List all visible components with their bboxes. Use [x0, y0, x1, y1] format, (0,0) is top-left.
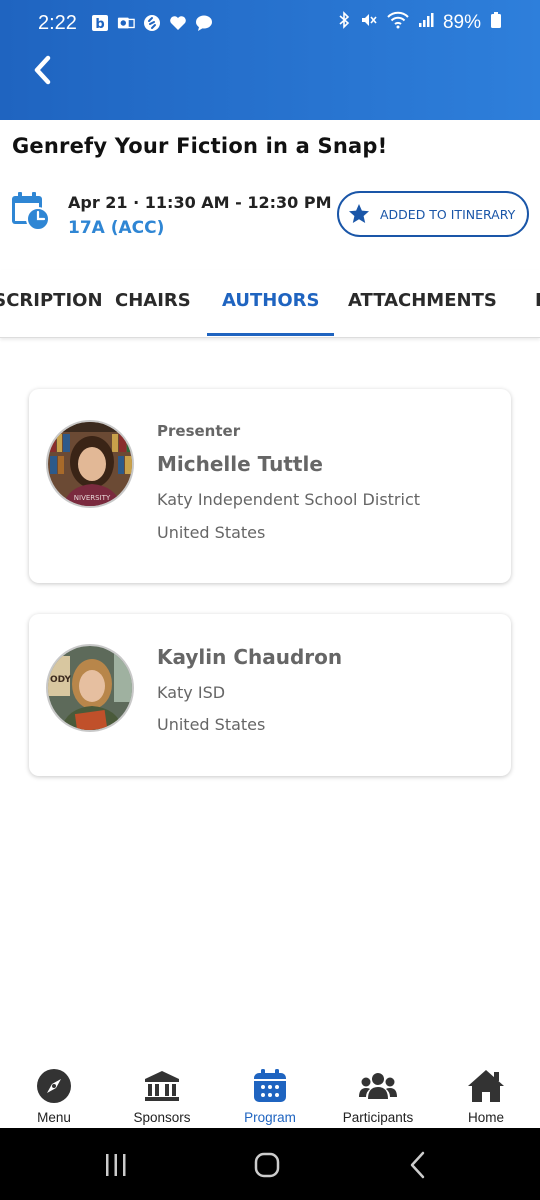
tab-bar: DESCRIPTION CHAIRS AUTHORS ATTACHMENTS I	[0, 270, 540, 338]
system-back-button[interactable]	[398, 1150, 438, 1180]
author-name: Kaylin Chaudron	[157, 645, 343, 669]
recent-apps-icon	[106, 1154, 126, 1176]
signal-icon	[418, 11, 434, 35]
calendar-clock-icon	[10, 191, 50, 231]
system-navigation-bar	[0, 1128, 540, 1200]
avatar: NIVERSITY	[46, 420, 134, 508]
itinerary-label: ADDED TO ITINERARY	[380, 206, 516, 222]
nav-label: Home	[467, 1110, 504, 1125]
bluetooth-icon	[337, 11, 351, 35]
nav-menu[interactable]: Menu	[0, 1060, 108, 1128]
wifi-icon	[387, 11, 409, 35]
app-screen: 2:22 b 89% Genrefy Your Fiction in a Sna…	[0, 0, 540, 1200]
calendar-icon	[250, 1066, 290, 1106]
heart-icon	[169, 14, 187, 32]
recent-apps-button[interactable]	[96, 1150, 136, 1180]
session-time: Apr 21 · 11:30 AM - 12:30 PM	[68, 193, 332, 212]
bank-icon	[142, 1066, 182, 1106]
nav-home[interactable]: Home	[432, 1060, 540, 1128]
nav-sponsors[interactable]: Sponsors	[108, 1060, 216, 1128]
svg-text:NIVERSITY: NIVERSITY	[74, 494, 111, 502]
author-role: Presenter	[157, 422, 241, 440]
nav-participants[interactable]: Participants	[324, 1060, 432, 1128]
home-button[interactable]	[247, 1150, 287, 1180]
home-icon	[466, 1066, 506, 1106]
svg-text:b: b	[95, 17, 104, 32]
people-icon	[358, 1066, 398, 1106]
itinerary-button[interactable]: ADDED TO ITINERARY	[337, 191, 529, 237]
tab-description[interactable]: DESCRIPTION	[0, 290, 103, 311]
compass-icon	[34, 1066, 74, 1106]
tab-next[interactable]: I	[535, 290, 540, 311]
status-bar: 2:22 b 89%	[0, 0, 540, 46]
nav-label: Sponsors	[133, 1110, 191, 1125]
outlook-icon	[117, 14, 135, 32]
b-icon: b	[91, 14, 109, 32]
author-country: United States	[157, 715, 266, 734]
author-name: Michelle Tuttle	[157, 452, 323, 476]
app-header: 2:22 b 89%	[0, 0, 540, 120]
author-organization: Katy ISD	[157, 683, 226, 702]
author-organization: Katy Independent School District	[157, 490, 421, 509]
nav-label: Menu	[37, 1110, 71, 1125]
nav-label: Participants	[342, 1110, 414, 1125]
shazam-icon	[143, 14, 161, 32]
active-tab-indicator	[207, 333, 334, 336]
avatar: ODY	[46, 644, 134, 732]
tab-chairs[interactable]: CHAIRS	[115, 290, 191, 311]
battery-icon	[490, 11, 502, 35]
author-country: United States	[157, 523, 266, 542]
chat-icon	[195, 14, 213, 32]
notification-icons: b	[91, 14, 213, 32]
back-arrow-icon	[410, 1151, 425, 1179]
status-time: 2:22	[38, 11, 77, 34]
nav-program[interactable]: Program	[216, 1060, 324, 1128]
star-icon	[347, 202, 371, 226]
mute-icon	[360, 11, 378, 35]
system-status: 89%	[337, 11, 502, 35]
tab-authors[interactable]: AUTHORS	[222, 290, 319, 311]
chevron-left-icon	[34, 55, 51, 85]
author-card[interactable]: NIVERSITY Presenter Michelle Tuttle Katy…	[29, 389, 511, 583]
back-button[interactable]	[26, 50, 60, 90]
bottom-navigation: Menu Sponsors Program Participants Home	[0, 1060, 540, 1128]
author-card[interactable]: ODY Kaylin Chaudron Katy ISD United Stat…	[29, 614, 511, 776]
home-circle-icon	[254, 1152, 280, 1178]
svg-text:ODY: ODY	[50, 675, 71, 685]
tab-attachments[interactable]: ATTACHMENTS	[348, 290, 497, 311]
nav-label: Program	[244, 1110, 296, 1125]
session-room: 17A (ACC)	[68, 218, 165, 238]
battery-percent: 89%	[442, 12, 481, 33]
session-title: Genrefy Your Fiction in a Snap!	[12, 134, 388, 158]
